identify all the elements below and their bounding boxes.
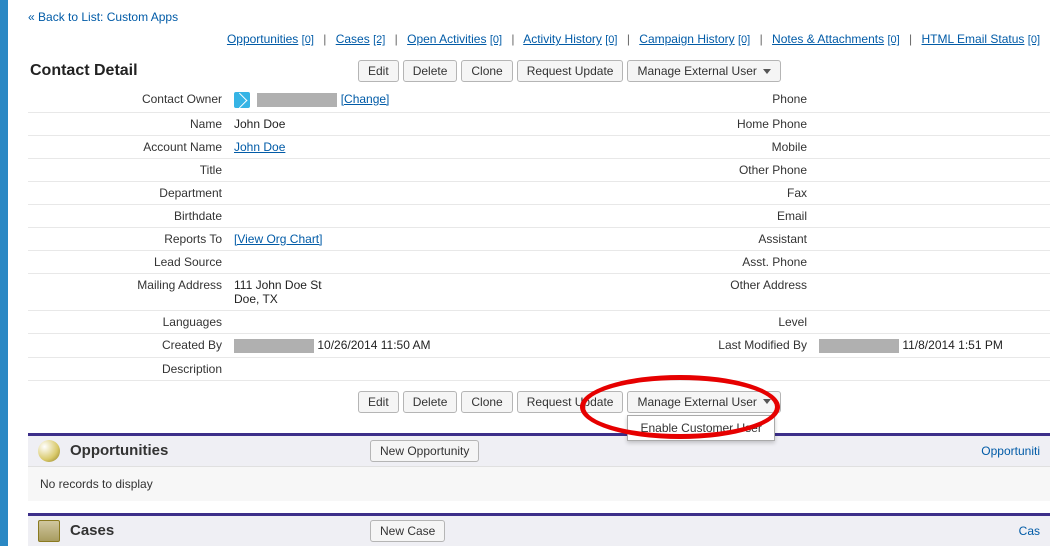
- manage-external-user-label-bottom: Manage External User: [637, 395, 756, 409]
- label-created-by: Created By: [28, 334, 228, 358]
- back-label: Back to List: Custom Apps: [38, 10, 178, 24]
- label-contact-owner: Contact Owner: [28, 88, 228, 113]
- label-name: Name: [28, 113, 228, 136]
- value-mailing-address: 111 John Doe St Doe, TX: [228, 274, 538, 311]
- nav-opportunities-count[interactable]: [0]: [302, 34, 314, 46]
- account-name-link[interactable]: John Doe: [234, 140, 285, 154]
- label-mailing-address: Mailing Address: [28, 274, 228, 311]
- chevron-down-icon: [763, 399, 771, 404]
- label-fax: Fax: [538, 182, 813, 205]
- back-to-list-link[interactable]: « Back to List: Custom Apps: [28, 10, 178, 24]
- view-org-chart-link[interactable]: [View Org Chart]: [234, 232, 322, 246]
- clone-button-bottom[interactable]: Clone: [461, 391, 512, 413]
- nav-open-activities[interactable]: Open Activities: [407, 32, 486, 46]
- label-description: Description: [28, 357, 228, 380]
- last-modified-user-redacted: [819, 339, 899, 353]
- label-level: Level: [538, 311, 813, 334]
- nav-campaign-history[interactable]: Campaign History: [639, 32, 734, 46]
- nav-notes-attachments-count[interactable]: [0]: [887, 34, 899, 46]
- cases-help-link[interactable]: Cas: [1019, 524, 1040, 538]
- label-assistant: Assistant: [538, 228, 813, 251]
- label-email: Email: [538, 205, 813, 228]
- nav-html-email-status[interactable]: HTML Email Status: [922, 32, 1025, 46]
- nav-notes-attachments[interactable]: Notes & Attachments: [772, 32, 884, 46]
- nav-opportunities[interactable]: Opportunities: [227, 32, 298, 46]
- nav-cases[interactable]: Cases: [336, 32, 370, 46]
- nav-cases-count[interactable]: [2]: [373, 34, 385, 46]
- value-contact-owner: [Change]: [228, 88, 538, 113]
- back-arrow: «: [28, 10, 35, 24]
- label-other-address: Other Address: [538, 274, 813, 311]
- request-update-button-bottom[interactable]: Request Update: [517, 391, 624, 413]
- nav-open-activities-count[interactable]: [0]: [490, 34, 502, 46]
- delete-button-bottom[interactable]: Delete: [403, 391, 458, 413]
- nav-activity-history-count[interactable]: [0]: [605, 34, 617, 46]
- label-lead-source: Lead Source: [28, 251, 228, 274]
- edit-button-bottom[interactable]: Edit: [358, 391, 399, 413]
- label-birthdate: Birthdate: [28, 205, 228, 228]
- cases-title: Cases: [70, 522, 370, 539]
- enable-customer-user-item[interactable]: Enable Customer User: [628, 416, 773, 440]
- manage-external-user-label: Manage External User: [637, 64, 756, 78]
- label-department: Department: [28, 182, 228, 205]
- delete-button[interactable]: Delete: [403, 60, 458, 82]
- opportunities-title: Opportunities: [70, 442, 370, 459]
- opportunities-empty-text: No records to display: [28, 466, 1050, 501]
- related-list-nav: Opportunities [0] | Cases [2] | Open Act…: [28, 30, 1050, 54]
- created-by-user-redacted: [234, 339, 314, 353]
- label-languages: Languages: [28, 311, 228, 334]
- chevron-down-icon: [763, 69, 771, 74]
- contact-detail-table: Contact Owner [Change] Phone Name John D…: [28, 88, 1050, 381]
- opportunities-help-link[interactable]: Opportuniti: [981, 444, 1040, 458]
- label-home-phone: Home Phone: [538, 113, 813, 136]
- opportunities-icon: [38, 440, 60, 462]
- label-mobile: Mobile: [538, 136, 813, 159]
- value-last-modified: 11/8/2014 1:51 PM: [813, 334, 1050, 358]
- top-button-row: Edit Delete Clone Request Update Manage …: [358, 60, 781, 82]
- cases-icon: [38, 520, 60, 542]
- edit-button[interactable]: Edit: [358, 60, 399, 82]
- label-other-phone: Other Phone: [538, 159, 813, 182]
- label-last-modified: Last Modified By: [538, 334, 813, 358]
- manage-external-user-dropdown: Enable Customer User: [627, 415, 774, 441]
- related-cases: Cases New Case Cas: [28, 513, 1050, 546]
- related-opportunities: Opportunities New Opportunity Opportunit…: [28, 433, 1050, 501]
- request-update-button[interactable]: Request Update: [517, 60, 624, 82]
- nav-campaign-history-count[interactable]: [0]: [738, 34, 750, 46]
- label-phone: Phone: [538, 88, 813, 113]
- nav-html-email-status-count[interactable]: [0]: [1028, 34, 1040, 46]
- label-reports-to: Reports To: [28, 228, 228, 251]
- page-title: Contact Detail: [28, 62, 358, 80]
- new-case-button[interactable]: New Case: [370, 520, 445, 542]
- bottom-button-row: Edit Delete Clone Request Update Manage …: [358, 391, 1050, 413]
- change-owner-link[interactable]: [Change]: [341, 92, 390, 106]
- label-asst-phone: Asst. Phone: [538, 251, 813, 274]
- clone-button[interactable]: Clone: [461, 60, 512, 82]
- nav-activity-history[interactable]: Activity History: [523, 32, 602, 46]
- owner-name-redacted: [257, 93, 337, 107]
- new-opportunity-button[interactable]: New Opportunity: [370, 440, 479, 462]
- label-account-name: Account Name: [28, 136, 228, 159]
- value-name: John Doe: [228, 113, 538, 136]
- manage-external-user-button-bottom[interactable]: Manage External User: [627, 391, 780, 413]
- value-created-by: 10/26/2014 11:50 AM: [228, 334, 538, 358]
- label-title: Title: [28, 159, 228, 182]
- manage-external-user-button[interactable]: Manage External User: [627, 60, 780, 82]
- owner-icon: [234, 92, 250, 108]
